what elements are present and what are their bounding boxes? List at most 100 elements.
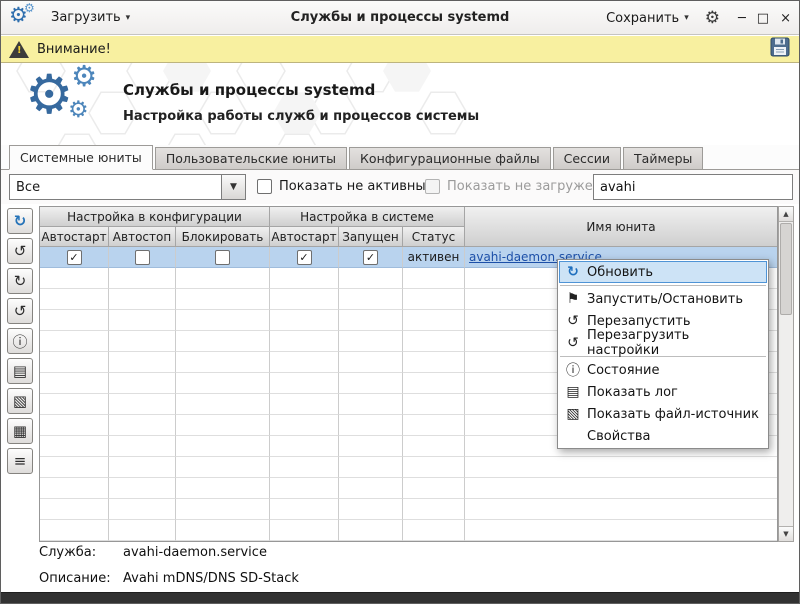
close-button[interactable]: ×	[780, 11, 791, 26]
minimize-button[interactable]: ─	[738, 11, 746, 26]
show-inactive-label: Показать не активные	[279, 179, 434, 194]
start-stop-icon: ↺	[14, 242, 27, 260]
properties-button[interactable]: ▦	[7, 418, 33, 444]
menu-item-show-source[interactable]: ▧ Показать файл-источник	[559, 403, 767, 425]
group-header-system: Настройка в системе	[270, 207, 465, 227]
menu-item-label: Показать лог	[587, 385, 678, 400]
start-stop-button[interactable]: ↺	[7, 238, 33, 264]
autostop-checkbox[interactable]	[135, 250, 150, 265]
status-cell: активен	[403, 247, 465, 268]
group-header-config: Настройка в конфигурации	[40, 207, 270, 227]
save-menu-button[interactable]: Сохранить ▾	[602, 8, 693, 29]
tab-config-files[interactable]: Конфигурационные файлы	[349, 147, 551, 169]
checkbox-icon	[425, 179, 440, 194]
service-label: Служба:	[39, 545, 123, 560]
refresh-button[interactable]: ↻	[7, 208, 33, 234]
scroll-down-icon[interactable]: ▼	[779, 526, 793, 541]
page-title: Службы и процессы systemd	[123, 81, 479, 99]
restart-icon: ↺	[563, 313, 583, 329]
window-bottom-edge	[1, 592, 799, 603]
show-inactive-checkbox[interactable]: Показать не активные	[257, 179, 434, 194]
dropdown-arrow-icon[interactable]: ▼	[221, 175, 245, 199]
service-value: avahi-daemon.service	[123, 545, 267, 560]
unit-info-footer: Служба: avahi-daemon.service Описание: A…	[39, 545, 299, 597]
autostart-config-checkbox[interactable]	[67, 250, 82, 265]
scope-dropdown[interactable]: Все ▼	[9, 174, 246, 200]
info-icon: ⓘ	[563, 360, 583, 380]
block-checkbox[interactable]	[215, 250, 230, 265]
settings-gear-icon[interactable]: ⚙	[705, 8, 720, 28]
menu-item-reload-config[interactable]: ↺ Перезагрузить настройки	[559, 332, 767, 354]
menu-item-label: Перезагрузить настройки	[587, 328, 761, 358]
restart-button[interactable]: ↻	[7, 268, 33, 294]
app-window: ⚙⚙ Загрузить ▾ Службы и процессы systemd…	[0, 0, 800, 604]
info-icon: ⓘ	[12, 331, 27, 352]
running-checkbox[interactable]	[363, 250, 378, 265]
menu-item-refresh[interactable]: ↻ Обновить	[559, 261, 767, 283]
column-header-status[interactable]: Статус	[403, 227, 465, 247]
properties-icon: ▦	[13, 422, 27, 440]
checkbox-icon[interactable]	[257, 179, 272, 194]
list-icon: ≡	[14, 452, 27, 470]
menu-item-label: Запустить/Остановить	[587, 292, 743, 307]
column-header-autostart-system[interactable]: Автостарт	[270, 227, 339, 247]
filter-bar: Все ▼ Показать не активные Показать не з…	[1, 170, 799, 204]
chevron-down-icon: ▾	[684, 13, 689, 23]
table-row-empty	[40, 457, 777, 478]
menu-item-label: Перезапустить	[587, 314, 691, 329]
unit-search-input[interactable]	[593, 174, 793, 200]
load-menu-button[interactable]: Загрузить ▾	[47, 7, 134, 28]
source-file-icon: ▧	[13, 392, 27, 410]
column-header-unit-name[interactable]: Имя юнита	[465, 207, 777, 247]
menu-item-properties[interactable]: Свойства	[559, 425, 767, 447]
reload-icon: ↺	[563, 335, 583, 351]
column-header-block[interactable]: Блокировать	[176, 227, 270, 247]
refresh-icon: ↻	[14, 212, 27, 230]
maximize-button[interactable]: □	[757, 11, 769, 26]
flag-icon: ⚑	[563, 291, 583, 307]
scrollbar-thumb[interactable]	[780, 223, 792, 315]
menu-item-label: Свойства	[587, 429, 651, 444]
menu-item-status[interactable]: ⓘ Состояние	[559, 359, 767, 381]
menu-item-show-log[interactable]: ▤ Показать лог	[559, 381, 767, 403]
show-source-button[interactable]: ▧	[7, 388, 33, 414]
restart-icon: ↻	[14, 272, 27, 290]
status-button[interactable]: ⓘ	[7, 328, 33, 354]
log-file-icon: ▤	[563, 384, 583, 400]
tab-user-units[interactable]: Пользовательские юниты	[155, 147, 347, 169]
reload-icon: ↺	[14, 302, 27, 320]
show-log-button[interactable]: ▤	[7, 358, 33, 384]
menu-item-start-stop[interactable]: ⚑ Запустить/Остановить	[559, 288, 767, 310]
reload-config-button[interactable]: ↺	[7, 298, 33, 324]
menu-item-label: Обновить	[587, 265, 653, 280]
hero-gears-icon: ⚙⚙⚙	[25, 67, 121, 141]
scope-dropdown-value: Все	[10, 175, 221, 199]
chevron-down-icon: ▾	[126, 13, 131, 23]
titlebar: ⚙⚙ Загрузить ▾ Службы и процессы systemd…	[1, 1, 799, 35]
description-value: Avahi mDNS/DNS SD-Stack	[123, 571, 299, 586]
autostart-system-checkbox[interactable]	[297, 250, 312, 265]
column-header-autostop[interactable]: Автостоп	[109, 227, 176, 247]
tab-sessions[interactable]: Сессии	[553, 147, 621, 169]
refresh-icon: ↻	[563, 264, 583, 280]
warning-bar: ! Внимание!	[1, 36, 799, 63]
save-diskette-icon[interactable]	[769, 36, 791, 62]
warning-icon: !	[9, 41, 29, 58]
tab-bar: Системные юниты Пользовательские юниты К…	[1, 145, 799, 170]
table-scrollbar[interactable]: ▲ ▼	[778, 206, 794, 542]
menu-item-label: Показать файл-источник	[587, 407, 759, 422]
warning-label: Внимание!	[37, 42, 111, 57]
column-header-running[interactable]: Запущен	[339, 227, 403, 247]
unit-list-button[interactable]: ≡	[7, 448, 33, 474]
column-header-autostart-config[interactable]: Автостарт	[40, 227, 109, 247]
app-gears-icon: ⚙⚙	[9, 5, 37, 31]
page-subtitle: Настройка работы служб и процессов систе…	[123, 109, 479, 124]
menu-separator	[560, 285, 766, 286]
context-menu: ↻ Обновить ⚑ Запустить/Остановить ↺ Пере…	[557, 259, 769, 449]
table-row-empty	[40, 499, 777, 520]
tab-timers[interactable]: Таймеры	[623, 147, 703, 169]
scroll-up-icon[interactable]: ▲	[779, 207, 793, 222]
tab-system-units[interactable]: Системные юниты	[9, 145, 153, 170]
log-file-icon: ▤	[13, 362, 27, 380]
table-row-empty	[40, 478, 777, 499]
